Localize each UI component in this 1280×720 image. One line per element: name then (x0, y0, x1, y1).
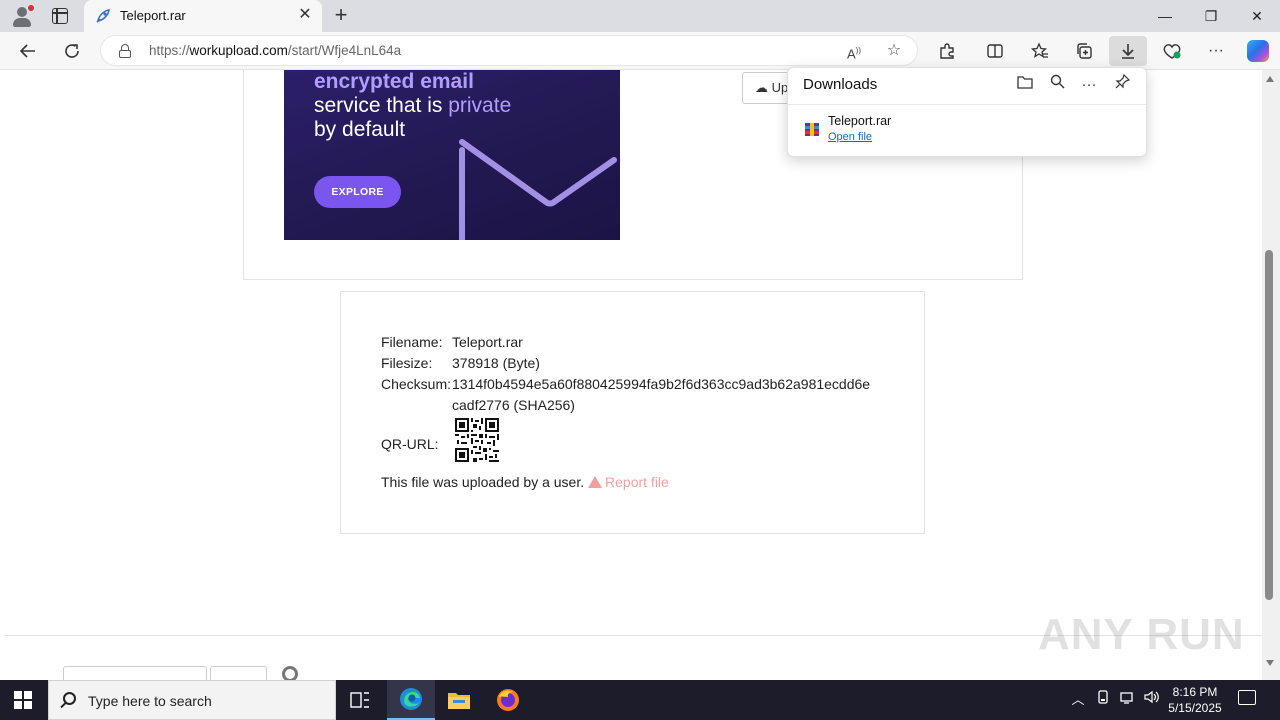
minimize-icon[interactable]: — (1142, 0, 1188, 32)
filesize-value: 378918 (Byte) (452, 355, 540, 371)
downloads-panel: Downloads ··· Teleport.rar Open file (787, 67, 1147, 157)
notifications-icon[interactable] (1238, 690, 1256, 705)
downloads-icon[interactable] (1109, 36, 1147, 66)
tab-teleport[interactable]: Teleport.rar ✕ (84, 0, 322, 32)
scroll-down-icon[interactable] (1266, 660, 1274, 666)
envelope-icon (459, 139, 617, 240)
clock-time: 8:16 PM (1172, 685, 1218, 699)
close-tab-icon[interactable]: ✕ (296, 6, 314, 24)
gear-icon[interactable] (282, 666, 298, 680)
device-icon[interactable] (1093, 690, 1113, 710)
report-file-link[interactable]: Report file (588, 474, 669, 490)
qr-url-label: QR-URL: (381, 436, 439, 452)
browser-toolbar: https://workupload.com/start/Wfje4LnL64a… (0, 32, 1280, 70)
task-view-icon[interactable] (336, 680, 384, 720)
filesize-label: Filesize: (381, 355, 433, 371)
ad-line-1: encrypted email (314, 70, 474, 93)
close-window-icon[interactable]: ✕ (1234, 0, 1280, 32)
page-scrollbar[interactable] (1262, 70, 1280, 680)
collections-icon[interactable] (1069, 36, 1099, 66)
new-tab-icon[interactable]: + (330, 4, 352, 26)
tab-actions-icon[interactable] (52, 8, 68, 24)
tab-strip: Teleport.rar ✕ + — ❐ ✕ (0, 0, 1280, 32)
network-icon[interactable] (1117, 690, 1137, 710)
search-downloads-icon[interactable] (1046, 74, 1068, 96)
edge-app-icon[interactable] (387, 680, 435, 720)
advertisement-banner[interactable]: encrypted email service that is private … (284, 70, 620, 240)
rocket-icon (96, 9, 110, 23)
taskbar-search-box[interactable]: Type here to search (48, 680, 336, 720)
firefox-icon[interactable] (484, 680, 532, 720)
tab-title: Teleport.rar (120, 8, 186, 23)
warning-icon (588, 476, 603, 488)
page-viewport: encrypted email service that is private … (0, 70, 1262, 680)
copilot-icon[interactable] (1243, 36, 1273, 66)
profile-icon[interactable] (11, 5, 34, 27)
refresh-icon[interactable] (57, 36, 87, 66)
windows-taskbar: Type here to search ︿ 8:16 PM 5/15/2025 (0, 680, 1280, 720)
downloads-title: Downloads (803, 76, 878, 93)
taskbar-search-placeholder: Type here to search (88, 693, 212, 709)
checksum-label: Checksum: (381, 376, 452, 392)
download-file-name[interactable]: Teleport.rar (828, 114, 891, 128)
upload-button[interactable]: ☁ Up (742, 72, 792, 104)
address-bar[interactable]: https://workupload.com/start/Wfje4LnL64a… (100, 35, 918, 66)
open-file-link[interactable]: Open file (828, 131, 872, 143)
ad-line-3: by default (314, 118, 406, 141)
read-aloud-icon[interactable]: A)) (843, 40, 865, 62)
pin-icon[interactable] (1111, 73, 1133, 96)
anyrun-watermark: ANY RUN (1038, 610, 1245, 659)
footer-control[interactable] (210, 666, 267, 680)
search-icon (63, 692, 76, 705)
volume-icon[interactable] (1141, 690, 1161, 710)
settings-more-icon[interactable]: ··· (1201, 36, 1231, 66)
ad-line-2: service that is private (314, 94, 512, 117)
rar-archive-icon (805, 123, 819, 136)
favorite-star-icon[interactable]: ☆ (883, 40, 905, 62)
scrollbar-thumb[interactable] (1265, 250, 1273, 600)
filename-label: Filename: (381, 334, 443, 350)
split-screen-icon[interactable] (980, 36, 1010, 66)
lock-icon[interactable] (119, 44, 131, 58)
system-clock[interactable]: 8:16 PM 5/15/2025 (1162, 684, 1228, 716)
more-options-icon[interactable]: ··· (1078, 74, 1100, 96)
clock-date: 5/15/2025 (1168, 701, 1222, 715)
browser-essentials-icon[interactable] (1157, 36, 1187, 66)
open-folder-icon[interactable] (1014, 74, 1036, 96)
file-info-card: Filename: Teleport.rar Filesize: 378918 … (340, 291, 925, 534)
favorites-icon[interactable] (1025, 36, 1055, 66)
checksum-value-line-2: cadf2776 (SHA256) (452, 397, 575, 413)
footer-control[interactable] (63, 666, 207, 680)
restore-icon[interactable]: ❐ (1188, 0, 1234, 32)
windows-start-icon[interactable] (14, 691, 32, 709)
filename-value: Teleport.rar (452, 334, 523, 350)
scroll-up-icon[interactable] (1266, 76, 1274, 82)
tray-overflow-icon[interactable]: ︿ (1068, 690, 1088, 710)
back-icon[interactable] (13, 36, 43, 66)
extensions-icon[interactable] (932, 36, 962, 66)
explore-button[interactable]: EXPLORE (314, 176, 401, 208)
qr-code-icon[interactable] (455, 418, 499, 462)
upload-notice: This file was uploaded by a user. Report… (381, 474, 669, 490)
file-explorer-icon[interactable] (435, 680, 483, 720)
url-text[interactable]: https://workupload.com/start/Wfje4LnL64a (149, 43, 401, 58)
checksum-value-line-1: 1314f0b4594e5a60f880425994fa9b2f6d363cc9… (452, 376, 871, 392)
